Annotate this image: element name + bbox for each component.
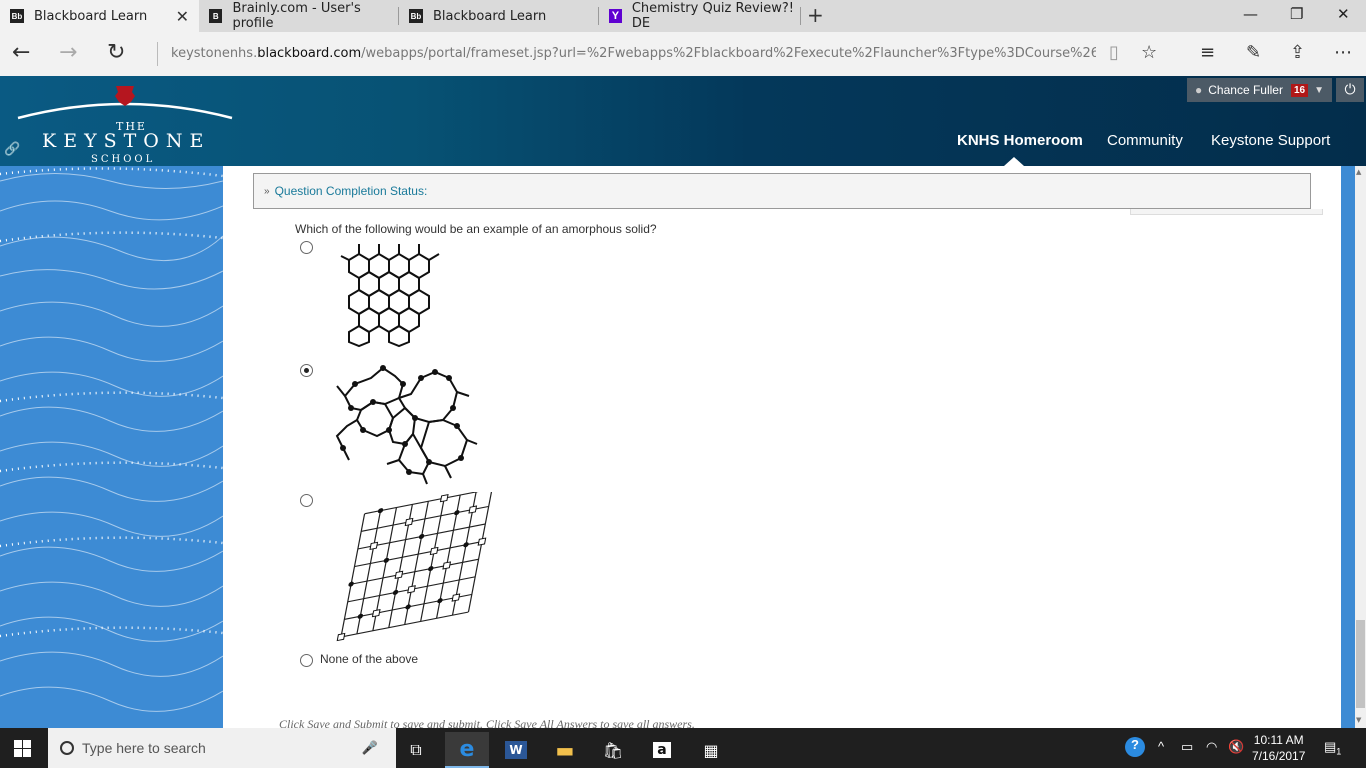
web-note-icon[interactable]: ✎: [1246, 43, 1261, 63]
close-window-icon[interactable]: ✕: [1337, 5, 1350, 23]
help-icon[interactable]: ?: [1125, 737, 1145, 757]
wave-pattern-icon: [0, 167, 223, 712]
user-icon: ●: [1195, 83, 1203, 97]
browser-tab-strip: Bb Blackboard Learn ✕ B Brainly.com - Us…: [0, 0, 1366, 32]
reading-view-icon[interactable]: ▯: [1109, 43, 1119, 63]
show-hidden-icons-chevron-icon[interactable]: ^: [1158, 739, 1164, 754]
tab-keystone-support[interactable]: Keystone Support: [1211, 132, 1330, 149]
answer-radio-4[interactable]: [300, 654, 313, 667]
user-menu[interactable]: ● Chance Fuller 16 ▼: [1187, 78, 1332, 102]
amazon-icon[interactable]: a: [640, 732, 684, 768]
tab-community[interactable]: Community: [1107, 132, 1183, 149]
word-app-icon[interactable]: W: [494, 732, 538, 768]
favorite-star-icon[interactable]: ☆: [1141, 43, 1157, 63]
brainly-favicon-icon: B: [209, 9, 223, 23]
cortana-search-icon: [60, 741, 74, 755]
irregular-amorphous-network-icon: [335, 365, 478, 485]
scroll-up-icon[interactable]: ▲: [1356, 168, 1361, 176]
windows-taskbar: Type here to search 🎤 ⧉ e W ▬ 🛍 a ▦ ? ^ …: [0, 728, 1366, 768]
action-center-count: 1: [1336, 746, 1342, 757]
microphone-icon[interactable]: 🎤: [362, 740, 378, 756]
answer-radio-3[interactable]: [300, 494, 313, 507]
scroll-down-icon[interactable]: ▼: [1356, 716, 1361, 724]
blackboard-favicon-icon: Bb: [409, 9, 423, 23]
restore-icon[interactable]: ❐: [1290, 5, 1303, 23]
edge-browser-icon[interactable]: e: [445, 732, 489, 768]
more-options-icon[interactable]: ⋯: [1334, 43, 1352, 63]
link-icon[interactable]: 🔗: [4, 142, 20, 157]
file-explorer-icon[interactable]: ▬: [543, 732, 587, 768]
tab-label: Blackboard Learn: [34, 8, 148, 24]
tab-label: Brainly.com - User's profile: [232, 1, 361, 31]
quiz-content: » Question Completion Status: Which of t…: [223, 166, 1341, 728]
blackboard-favicon-icon: Bb: [10, 9, 24, 23]
store-icon[interactable]: 🛍: [591, 732, 635, 768]
search-placeholder: Type here to search: [82, 740, 206, 756]
yahoo-favicon-icon: Y: [609, 9, 622, 23]
tab-knhs-homeroom[interactable]: KNHS Homeroom: [957, 132, 1083, 149]
url-field[interactable]: keystonenhs.blackboard.com/webapps/porta…: [171, 46, 1096, 61]
close-tab-icon[interactable]: ✕: [176, 7, 189, 26]
tab-blackboard-learn[interactable]: Bb Blackboard Learn: [399, 0, 599, 32]
site-header: THE KEYSTONE SCHOOL 🔗 ● Chance Fuller 16…: [0, 76, 1366, 166]
system-clock[interactable]: 10:11 AM 7/16/2017: [1252, 732, 1305, 764]
answer-radio-2[interactable]: [300, 364, 313, 377]
tab-blackboard-learn-active[interactable]: Bb Blackboard Learn ✕: [0, 0, 199, 32]
back-arrow-icon[interactable]: ←: [12, 42, 30, 64]
chevron-down-icon: ▼: [1314, 84, 1324, 96]
battery-icon[interactable]: ▭: [1181, 739, 1193, 755]
task-view-icon[interactable]: ⧉: [394, 732, 438, 768]
tab-label: Blackboard Learn: [433, 8, 547, 24]
action-center-icon[interactable]: ▤1: [1324, 739, 1341, 757]
minimize-icon[interactable]: —: [1243, 5, 1258, 23]
wifi-icon[interactable]: ◠: [1206, 739, 1217, 755]
address-bar: ← → ↻ keystonenhs.blackboard.com/webapps…: [0, 32, 1366, 76]
hub-icon[interactable]: ≡: [1200, 43, 1215, 63]
ordered-molecular-lattice-icon: [336, 492, 493, 642]
save-instructions-text: Click Save and Submit to save and submit…: [279, 717, 695, 728]
logo-school-text: SCHOOL: [91, 154, 156, 165]
user-name: Chance Fuller: [1208, 83, 1283, 97]
taskbar-search-input[interactable]: Type here to search 🎤: [48, 728, 396, 768]
tab-chemistry-quiz-review[interactable]: Y Chemistry Quiz Review?! DE: [599, 0, 801, 32]
windows-start-icon[interactable]: [14, 740, 31, 757]
clock-date: 7/16/2017: [1252, 749, 1306, 763]
new-tab-icon[interactable]: +: [807, 3, 824, 27]
logo-keystone-text: KEYSTONE: [42, 130, 211, 152]
logout-power-icon[interactable]: ⏻: [1336, 78, 1364, 102]
answer-radio-1[interactable]: [300, 241, 313, 254]
refresh-icon[interactable]: ↻: [107, 42, 125, 64]
hexagonal-crystal-lattice-icon: [340, 244, 440, 348]
question-completion-status-label: Question Completion Status:: [274, 184, 428, 198]
scrollbar-thumb[interactable]: [1356, 620, 1365, 708]
answer-none-of-the-above[interactable]: None of the above: [320, 652, 418, 666]
logo-arch-icon: [17, 86, 233, 120]
notification-badge[interactable]: 16: [1290, 83, 1309, 97]
share-icon[interactable]: ⇪: [1290, 43, 1305, 63]
decorative-wave-panel: [0, 166, 223, 728]
volume-muted-icon[interactable]: 🔇: [1228, 739, 1244, 755]
forward-arrow-icon[interactable]: →: [59, 42, 77, 64]
active-tab-caret: [1004, 157, 1024, 166]
calculator-icon[interactable]: ▦: [689, 732, 733, 768]
tab-brainly-profile[interactable]: B Brainly.com - User's profile: [199, 0, 399, 32]
tab-label: Chemistry Quiz Review?! DE: [631, 1, 794, 31]
keystone-logo[interactable]: THE KEYSTONE SCHOOL: [16, 82, 234, 165]
chevron-double-down-icon: »: [264, 185, 270, 197]
question-text: Which of the following would be an examp…: [295, 222, 657, 236]
clock-time: 10:11 AM: [1253, 733, 1304, 747]
question-completion-status-bar[interactable]: » Question Completion Status:: [253, 173, 1311, 209]
